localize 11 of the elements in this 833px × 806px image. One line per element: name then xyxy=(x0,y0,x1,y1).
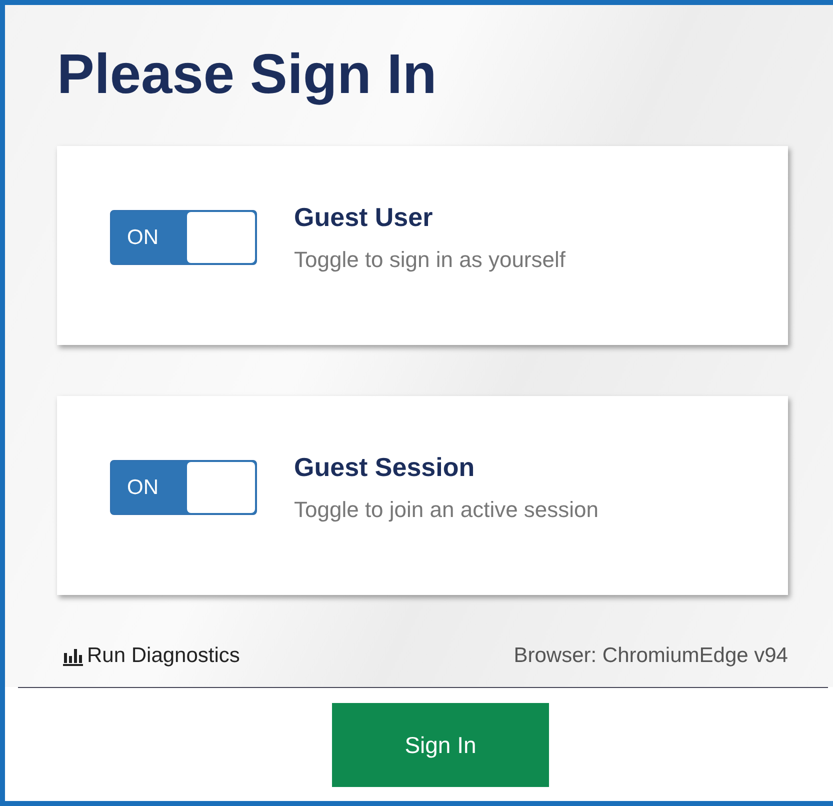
sign-in-button[interactable]: Sign In xyxy=(332,703,549,787)
run-diagnostics-link[interactable]: Run Diagnostics xyxy=(63,644,240,668)
browser-info: Browser: ChromiumEdge v94 xyxy=(514,644,788,668)
page-title: Please Sign In xyxy=(57,41,438,107)
toggle-switch[interactable]: ON xyxy=(110,210,257,265)
option-heading: Guest User xyxy=(294,202,434,233)
bar-chart-icon xyxy=(63,646,83,666)
option-description: Toggle to sign in as yourself xyxy=(294,247,566,273)
option-description: Toggle to join an active session xyxy=(294,497,599,523)
option-heading: Guest Session xyxy=(294,452,476,483)
toggle-switch[interactable]: ON xyxy=(110,460,257,515)
